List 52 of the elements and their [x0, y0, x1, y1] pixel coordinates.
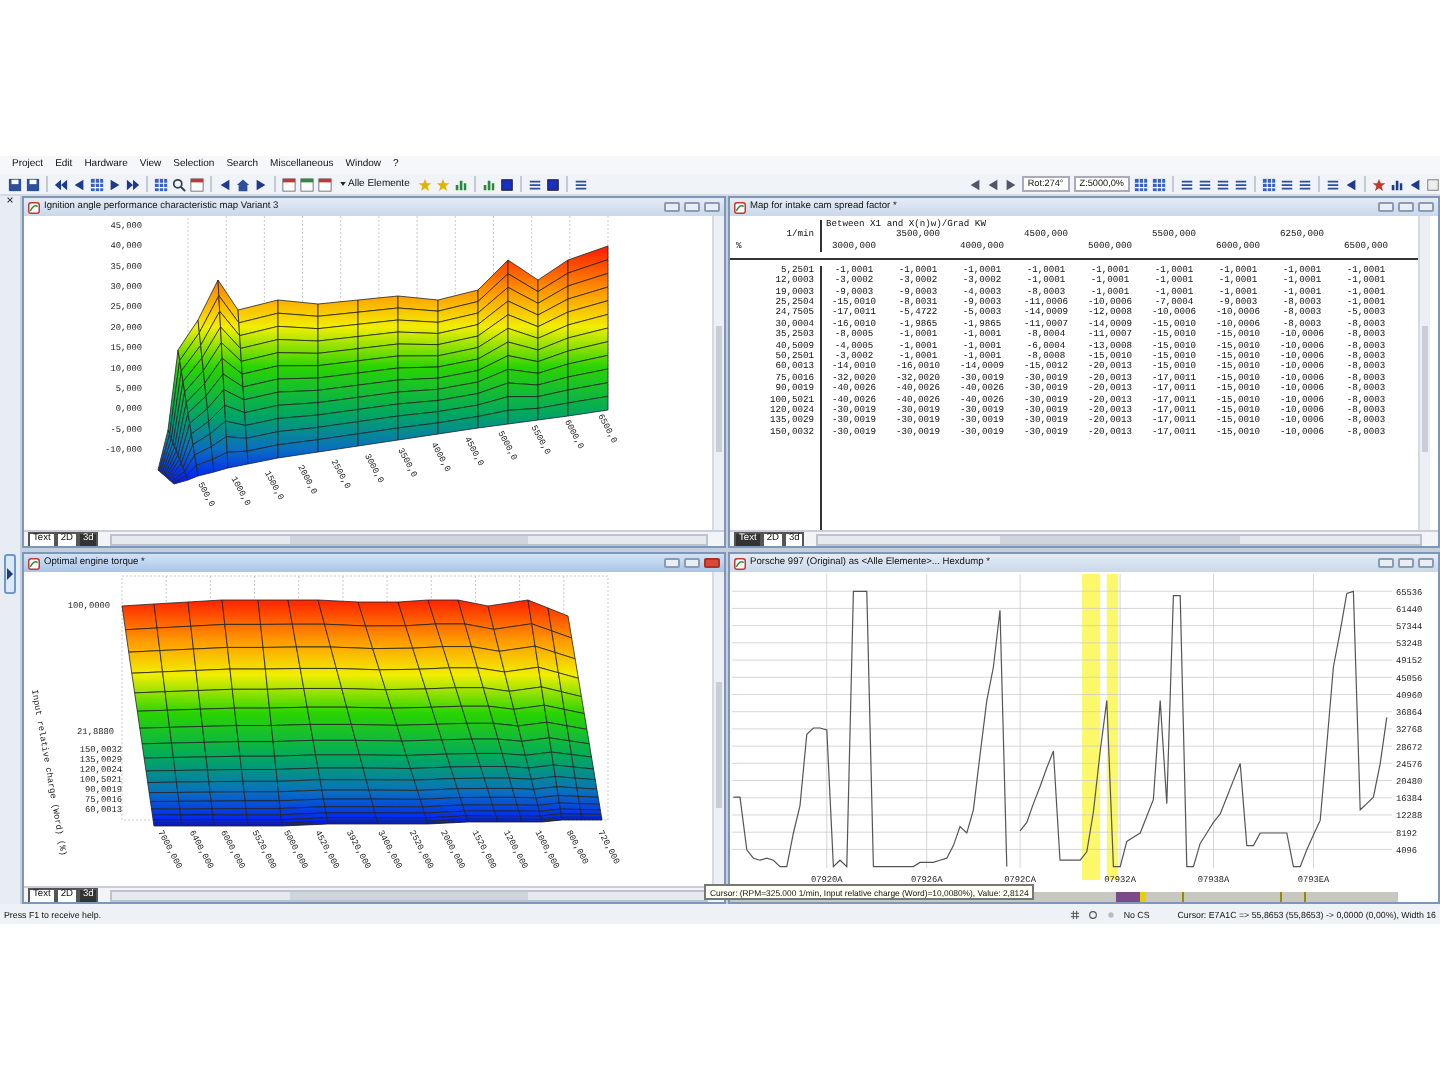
- lines-icon[interactable]: [527, 177, 542, 191]
- lines-icon[interactable]: [1180, 177, 1194, 191]
- circle-icon: [1105, 909, 1116, 919]
- table-icon[interactable]: [282, 177, 296, 191]
- lines-icon[interactable]: [573, 177, 588, 191]
- expand-tab-icon[interactable]: [4, 554, 16, 594]
- right-arrow-icon[interactable]: [1003, 177, 1018, 191]
- square-icon[interactable]: [545, 177, 560, 191]
- horizontal-scrollbar[interactable]: [110, 890, 708, 902]
- square-icon[interactable]: [499, 177, 514, 191]
- floppy-icon[interactable]: [26, 177, 40, 191]
- vertical-scrollbar[interactable]: [1418, 216, 1430, 530]
- circle-icon: [1087, 909, 1098, 919]
- search-icon[interactable]: [172, 177, 186, 191]
- caret-icon: [340, 182, 346, 186]
- star-icon[interactable]: [1372, 177, 1386, 191]
- house-icon[interactable]: [236, 177, 250, 191]
- left-arrow-icon[interactable]: [218, 177, 232, 191]
- table-icon[interactable]: [300, 177, 314, 191]
- floppy-icon[interactable]: [8, 177, 22, 191]
- grid-icon[interactable]: [1134, 177, 1148, 191]
- lines-icon[interactable]: [1326, 177, 1340, 191]
- grid-icon[interactable]: [1262, 177, 1276, 191]
- right-arrow-icon[interactable]: [108, 177, 122, 191]
- right-arrow-icon[interactable]: [254, 177, 268, 191]
- grid-icon: [1069, 909, 1080, 919]
- left-arrow-icon[interactable]: [1344, 177, 1358, 191]
- lines-icon[interactable]: [1234, 177, 1248, 191]
- map-icon: [28, 201, 40, 213]
- star-icon[interactable]: [417, 177, 432, 191]
- map-icon: [28, 557, 40, 569]
- lines-icon[interactable]: [1298, 177, 1312, 191]
- map-icon: [734, 557, 746, 569]
- grid-icon[interactable]: [154, 177, 168, 191]
- table-icon[interactable]: [318, 177, 332, 191]
- map-icon: [734, 201, 746, 213]
- table-icon[interactable]: [190, 177, 204, 191]
- chart-icon[interactable]: [1390, 177, 1404, 191]
- lines-icon[interactable]: [1198, 177, 1212, 191]
- lines-icon[interactable]: [1280, 177, 1294, 191]
- grid-icon[interactable]: [1152, 177, 1166, 191]
- vertical-scrollbar[interactable]: [712, 572, 724, 886]
- horizontal-scrollbar[interactable]: [110, 534, 708, 546]
- left-arrow-icon[interactable]: [72, 177, 86, 191]
- chart-icon[interactable]: [481, 177, 496, 191]
- left-arrow-icon[interactable]: [1408, 177, 1422, 191]
- grid-icon[interactable]: [90, 177, 104, 191]
- star-icon[interactable]: [435, 177, 450, 191]
- lines-icon[interactable]: [1216, 177, 1230, 191]
- vertical-scrollbar[interactable]: [712, 216, 724, 530]
- chart-icon[interactable]: [453, 177, 468, 191]
- horizontal-scrollbar[interactable]: [816, 534, 1422, 546]
